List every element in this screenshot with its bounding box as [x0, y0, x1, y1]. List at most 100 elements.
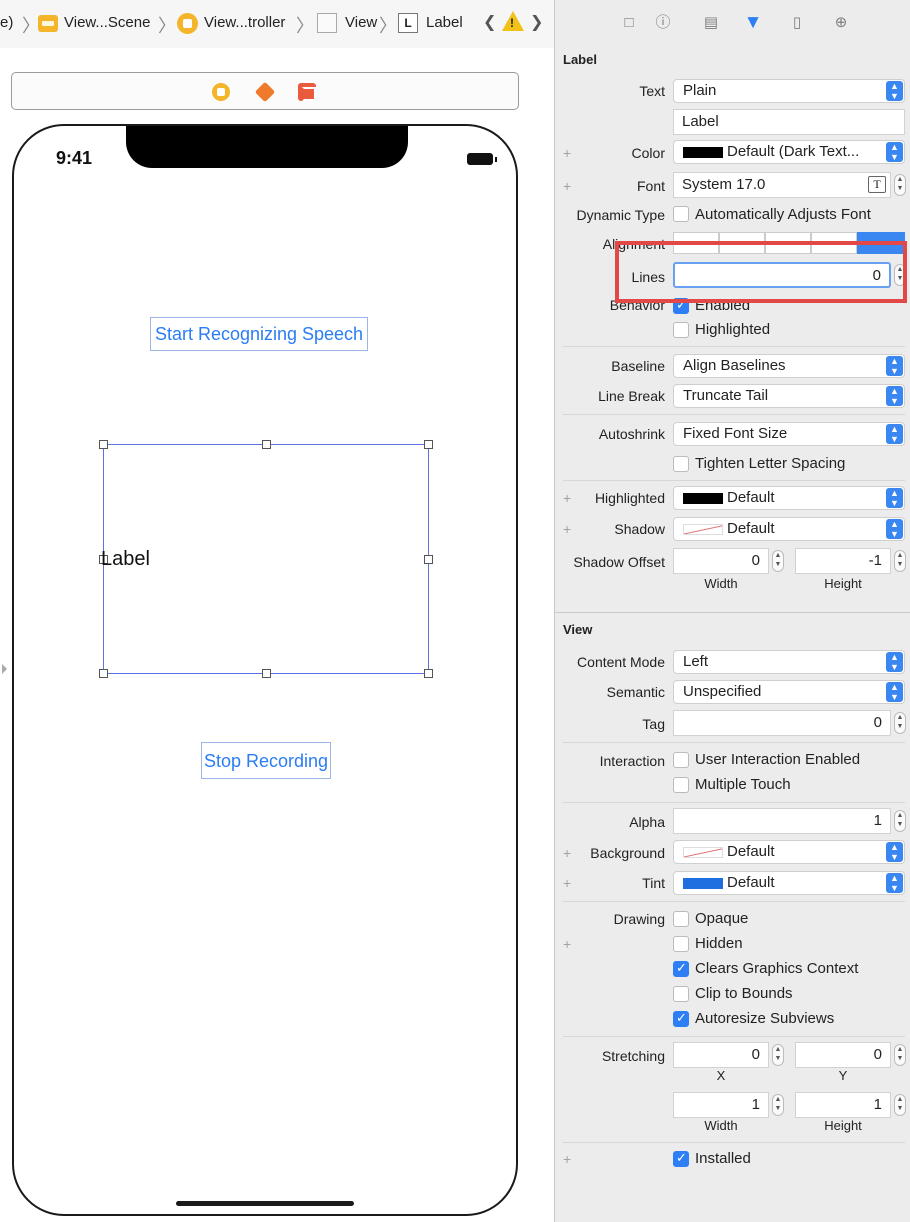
resize-handle[interactable] [262, 669, 271, 678]
semantic-label: Semantic [606, 684, 665, 700]
tighten-letter-spacing-checkbox[interactable] [673, 456, 689, 472]
resize-handle[interactable] [424, 669, 433, 678]
resize-handle[interactable] [99, 440, 108, 449]
stretch-width-field[interactable]: 1 [673, 1092, 769, 1118]
text-type-popup[interactable]: Plain ▲ ▼ [673, 79, 905, 103]
start-recognizing-button[interactable]: Start Recognizing Speech [150, 317, 368, 351]
add-variation-icon[interactable]: + [563, 845, 571, 861]
breadcrumb-item-label[interactable]: Label [426, 14, 463, 31]
warning-mark: ! [510, 16, 514, 30]
stretch-x-stepper[interactable]: ▲ ▼ [772, 1044, 784, 1066]
section-divider [563, 346, 905, 347]
stretch-width-stepper[interactable]: ▲ ▼ [772, 1094, 784, 1116]
help-inspector-icon[interactable]: ⓘ [653, 12, 673, 34]
width-caption: Width [704, 1118, 738, 1133]
popup-chevron-icon: ▲ ▼ [886, 842, 903, 862]
user-interaction-checkbox[interactable] [673, 752, 689, 768]
color-swatch [683, 146, 723, 158]
stretch-y-stepper[interactable]: ▲ ▼ [894, 1044, 906, 1066]
font-picker-icon[interactable]: T [868, 176, 886, 193]
autoresize-checkbox[interactable] [673, 1010, 689, 1027]
scene-icon [38, 15, 58, 32]
selected-label-view[interactable]: Label [99, 440, 433, 678]
popup-chevron-icon: ▲ ▼ [886, 652, 903, 672]
stretch-y-field[interactable]: 0 [795, 1042, 891, 1068]
file-inspector-icon[interactable]: □ [619, 12, 639, 34]
breadcrumb-item-view-controller[interactable]: View...troller [204, 14, 285, 31]
shadow-offset-height-stepper[interactable]: ▲ ▼ [894, 550, 906, 572]
clip-to-bounds-checkbox[interactable] [673, 986, 689, 1002]
autoshrink-popup[interactable]: Fixed Font Size ▲ ▼ [673, 422, 905, 446]
add-variation-icon[interactable]: + [563, 145, 571, 161]
resize-handle[interactable] [424, 440, 433, 449]
battery-icon [467, 153, 497, 165]
breadcrumb-prefix[interactable]: e) [0, 14, 13, 31]
view-controller-icon[interactable] [212, 83, 230, 101]
color-swatch [683, 492, 723, 504]
alpha-stepper[interactable]: ▲ ▼ [894, 810, 906, 832]
alpha-field[interactable]: 1 [673, 808, 891, 834]
stretch-x-field[interactable]: 0 [673, 1042, 769, 1068]
tag-stepper[interactable]: ▲ ▼ [894, 712, 906, 734]
background-color-popup[interactable]: Default ▲ ▼ [673, 840, 905, 864]
shadow-color-popup[interactable]: Default ▲ ▼ [673, 517, 905, 541]
dynamic-type-checkbox[interactable] [673, 206, 689, 222]
add-variation-icon[interactable]: + [563, 178, 571, 194]
breadcrumb-item-view[interactable]: View [345, 14, 377, 31]
resize-handle[interactable] [262, 440, 271, 449]
multiple-touch-checkbox[interactable] [673, 777, 689, 793]
shadow-offset-height-field[interactable]: -1 [795, 548, 891, 574]
font-field[interactable]: System 17.0 T [673, 172, 891, 198]
text-value-field[interactable]: Label [673, 109, 905, 135]
highlighted-checkbox[interactable] [673, 322, 689, 338]
content-mode-popup[interactable]: Left ▲ ▼ [673, 650, 905, 674]
add-variation-icon[interactable]: + [563, 521, 571, 537]
shadow-offset-width-stepper[interactable]: ▲ ▼ [772, 550, 784, 572]
stop-recording-button[interactable]: Stop Recording [201, 742, 331, 779]
clears-graphics-checkbox[interactable] [673, 960, 689, 977]
nav-back-icon[interactable]: ❮ [483, 12, 496, 32]
stretch-height-field[interactable]: 1 [795, 1092, 891, 1118]
hidden-checkbox[interactable] [673, 936, 689, 952]
tint-color-popup[interactable]: Default ▲ ▼ [673, 871, 905, 895]
add-variation-icon[interactable]: + [563, 936, 571, 952]
first-responder-icon[interactable] [254, 81, 276, 103]
line-break-popup[interactable]: Truncate Tail ▲ ▼ [673, 384, 905, 408]
resize-handle[interactable] [424, 555, 433, 564]
breadcrumb: e) 〉 View...Scene 〉 View...troller 〉 Vie… [0, 0, 554, 48]
font-value: System 17.0 [682, 176, 766, 193]
height-caption: Height [824, 576, 862, 591]
dynamic-type-label: Dynamic Type [576, 207, 665, 223]
semantic-popup[interactable]: Unspecified ▲ ▼ [673, 680, 905, 704]
attributes-inspector-icon[interactable]: ▼ [743, 12, 763, 34]
font-size-stepper[interactable]: ▲ ▼ [894, 174, 906, 196]
shadow-offset-width-field[interactable]: 0 [673, 548, 769, 574]
warning-icon[interactable]: ! [502, 11, 524, 31]
size-inspector-icon[interactable]: ▯ [787, 12, 807, 34]
resize-handle[interactable] [99, 669, 108, 678]
color-label: Color [631, 145, 665, 161]
highlighted-color-popup[interactable]: Default ▲ ▼ [673, 486, 905, 510]
identity-inspector-icon[interactable]: ▤ [701, 12, 721, 34]
color-popup[interactable]: Default (Dark Text... ▲ ▼ [673, 140, 905, 164]
installed-checkbox[interactable] [673, 1150, 689, 1167]
breadcrumb-item-scene[interactable]: View...Scene [64, 14, 150, 31]
nav-forward-icon[interactable]: ❯ [530, 12, 543, 32]
connections-inspector-icon[interactable]: ⊕ [831, 12, 851, 34]
chevron-right-icon: 〉 [296, 16, 314, 36]
stretch-height-stepper[interactable]: ▲ ▼ [894, 1094, 906, 1116]
tint-label: Tint [642, 875, 665, 891]
add-variation-icon[interactable]: + [563, 490, 571, 506]
popup-chevron-icon: ▲ ▼ [886, 386, 903, 406]
line-break-value: Truncate Tail [683, 387, 769, 404]
opaque-checkbox[interactable] [673, 911, 689, 927]
view-icon [317, 13, 337, 33]
add-variation-icon[interactable]: + [563, 1151, 571, 1167]
exit-icon[interactable] [298, 83, 316, 101]
chevron-right-icon: 〉 [158, 16, 176, 36]
tag-field[interactable]: 0 [673, 710, 891, 736]
baseline-popup[interactable]: Align Baselines ▲ ▼ [673, 354, 905, 378]
add-variation-icon[interactable]: + [563, 875, 571, 891]
baseline-label: Baseline [611, 358, 665, 374]
content-mode-value: Left [683, 653, 709, 670]
